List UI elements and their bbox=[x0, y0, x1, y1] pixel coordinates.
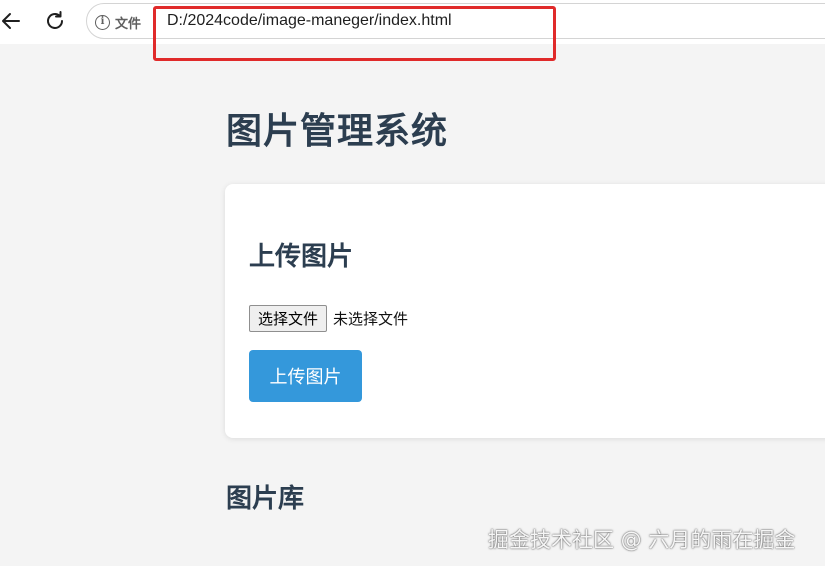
upload-section: 上传图片 选择文件 未选择文件 上传图片 bbox=[225, 184, 825, 438]
url-text[interactable]: D:/2024code/image-maneger/index.html bbox=[167, 12, 452, 30]
watermark: 掘金技术社区 @ 六月的雨在掘金 bbox=[488, 528, 796, 552]
back-arrow-icon bbox=[2, 13, 20, 29]
reload-button[interactable] bbox=[40, 6, 70, 36]
browser-toolbar: i 文件 D:/2024code/image-maneger/index.htm… bbox=[0, 0, 825, 61]
address-bar[interactable]: i 文件 D:/2024code/image-maneger/index.htm… bbox=[86, 3, 825, 39]
info-icon: i bbox=[95, 14, 110, 30]
file-status-text: 未选择文件 bbox=[333, 309, 409, 328]
site-info-button[interactable]: i 文件 bbox=[95, 12, 141, 32]
upload-section-heading: 上传图片 bbox=[249, 242, 354, 272]
gallery-heading: 图片库 bbox=[226, 484, 305, 514]
back-button[interactable] bbox=[0, 6, 26, 36]
file-input[interactable]: 选择文件 未选择文件 bbox=[249, 304, 408, 332]
viewport: i 文件 D:/2024code/image-maneger/index.htm… bbox=[0, 0, 825, 566]
upload-button[interactable]: 上传图片 bbox=[249, 350, 362, 402]
reload-icon bbox=[47, 11, 63, 29]
site-info-label: 文件 bbox=[115, 16, 142, 32]
page-title: 图片管理系统 bbox=[226, 111, 449, 152]
choose-file-button[interactable]: 选择文件 bbox=[249, 304, 328, 332]
